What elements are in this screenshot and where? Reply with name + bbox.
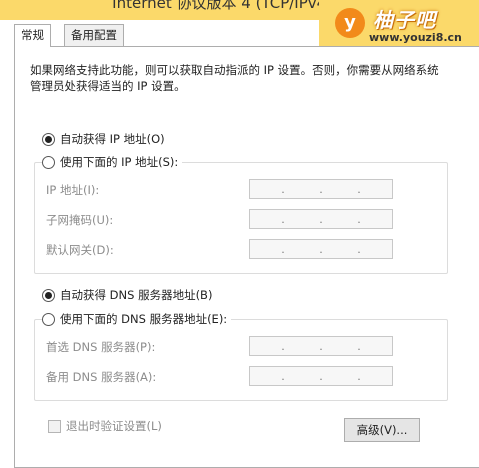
advanced-button[interactable]: 高级(V)... (344, 418, 420, 442)
subnet-mask-input[interactable]: ... (249, 209, 393, 229)
logo-url: www.youzi8.cn (369, 31, 462, 44)
ip-dot: . (281, 212, 285, 226)
radio-auto-ip-label: 自动获得 IP 地址(O) (60, 132, 165, 146)
ip-dot: . (357, 242, 361, 256)
ip-dot: . (319, 182, 323, 196)
ip-dot: . (281, 339, 285, 353)
validate-checkbox-box[interactable] (48, 419, 61, 433)
radio-auto-ip[interactable]: 自动获得 IP 地址(O) (42, 131, 169, 147)
preferred-dns-input[interactable]: ... (249, 336, 393, 356)
subnet-mask-label: 子网掩码(U): (46, 213, 114, 227)
logo-icon: y (335, 8, 365, 38)
default-gateway-label: 默认网关(D): (46, 243, 114, 257)
ip-dot: . (319, 339, 323, 353)
alternate-dns-label: 备用 DNS 服务器(A): (46, 370, 157, 384)
radio-manual-dns-indicator[interactable] (42, 312, 55, 326)
ip-dot: . (357, 182, 361, 196)
dns-group-box (34, 319, 448, 401)
ip-dot: . (357, 369, 361, 383)
radio-auto-dns-label: 自动获得 DNS 服务器地址(B) (60, 288, 213, 302)
radio-manual-dns-label: 使用下面的 DNS 服务器地址(E): (60, 312, 228, 326)
watermark-logo: y 柚子吧 www.youzi8.cn (319, 0, 479, 50)
radio-auto-dns-indicator[interactable] (42, 288, 55, 302)
validate-checkbox-label: 退出时验证设置(L) (66, 419, 162, 433)
tab-alternate-config[interactable]: 备用配置 (64, 24, 124, 46)
ip-dot: . (319, 242, 323, 256)
ip-dot: . (357, 339, 361, 353)
default-gateway-input[interactable]: ... (249, 239, 393, 259)
tab-general[interactable]: 常规 (14, 24, 51, 47)
ip-address-label: IP 地址(I): (46, 183, 100, 197)
logo-brand: 柚子吧 (373, 8, 436, 32)
radio-auto-ip-indicator[interactable] (42, 132, 55, 146)
description-text: 如果网络支持此功能，则可以获取自动指派的 IP 设置。否则，你需要从网络系统管理… (30, 63, 439, 93)
ip-dot: . (319, 212, 323, 226)
radio-manual-ip-indicator[interactable] (42, 155, 55, 169)
preferred-dns-label: 首选 DNS 服务器(P): (46, 340, 156, 354)
radio-manual-ip-label: 使用下面的 IP 地址(S): (60, 155, 179, 169)
ip-dot: . (319, 369, 323, 383)
validate-settings-checkbox[interactable]: 退出时验证设置(L) (48, 418, 162, 434)
radio-auto-dns[interactable]: 自动获得 DNS 服务器地址(B) (42, 287, 217, 303)
ip-dot: . (281, 242, 285, 256)
radio-manual-ip[interactable]: 使用下面的 IP 地址(S): (42, 154, 183, 170)
radio-manual-dns[interactable]: 使用下面的 DNS 服务器地址(E): (42, 311, 232, 327)
ip-address-input[interactable]: ... (249, 179, 393, 199)
ip-dot: . (357, 212, 361, 226)
ip-dot: . (281, 369, 285, 383)
alternate-dns-input[interactable]: ... (249, 366, 393, 386)
ip-dot: . (281, 182, 285, 196)
